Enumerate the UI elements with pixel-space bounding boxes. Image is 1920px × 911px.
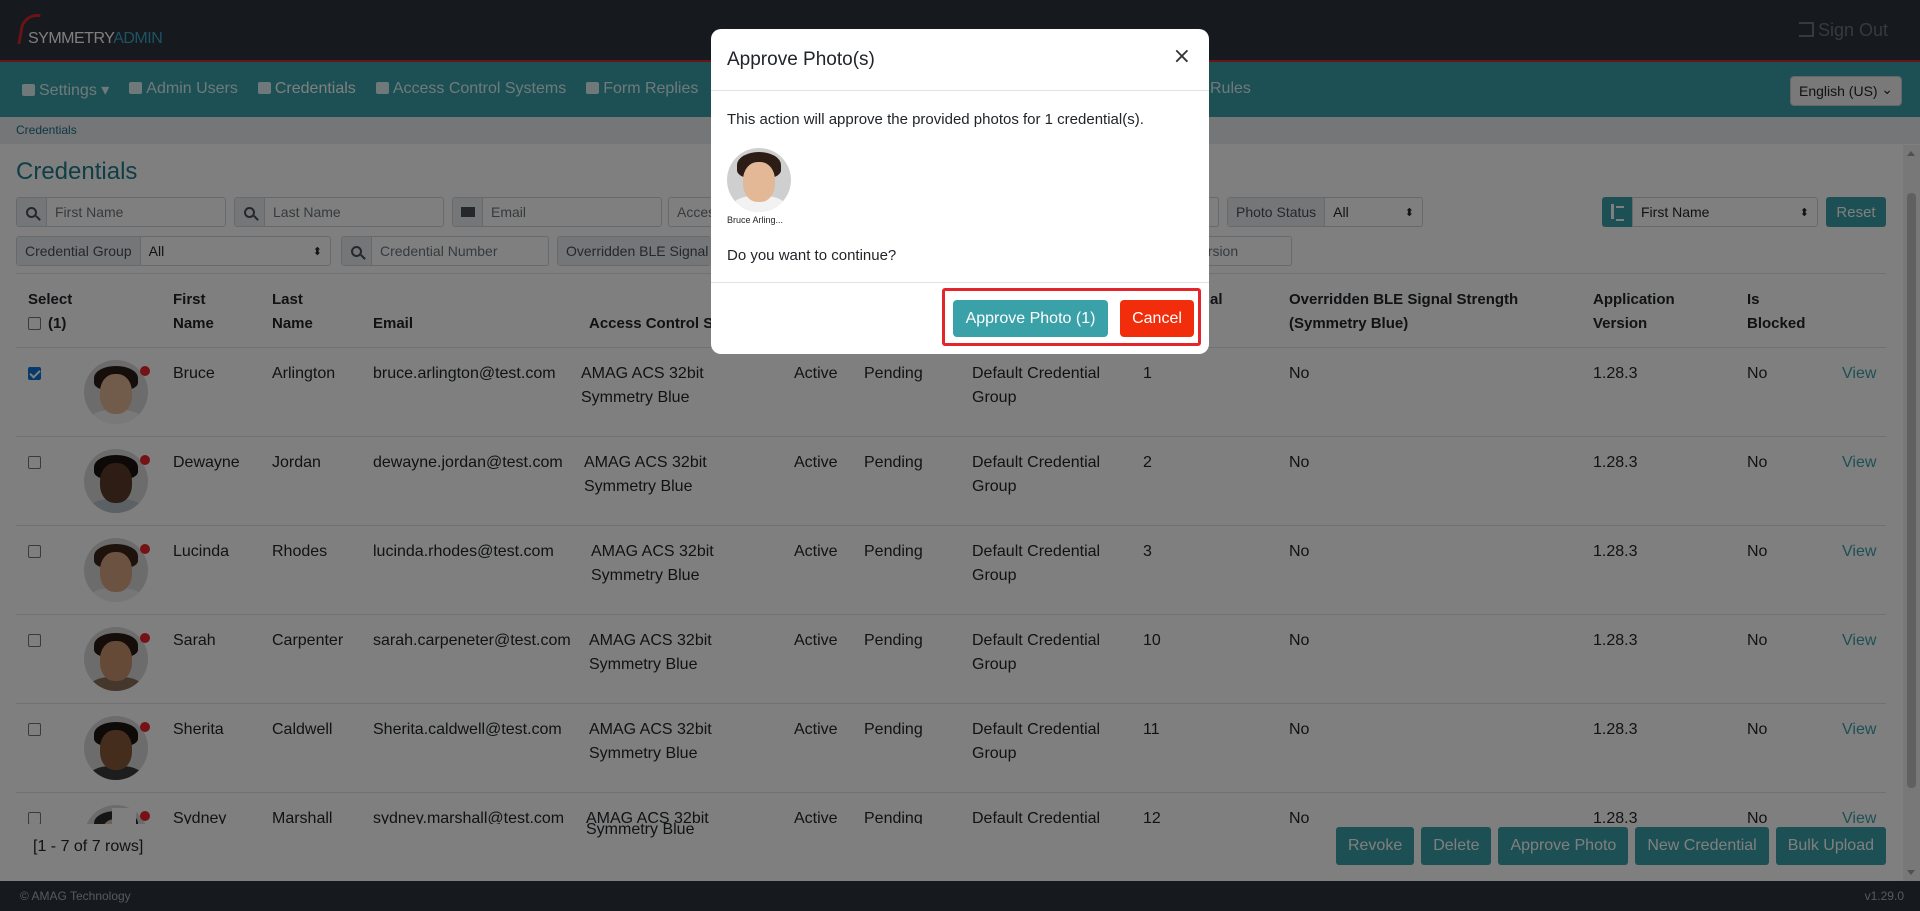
photo-thumbnail [727,148,791,212]
approve-photos-dialog: Approve Photo(s) × This action will appr… [711,29,1209,354]
dialog-footer-divider [711,282,1209,283]
cancel-button[interactable]: Cancel [1120,300,1194,337]
dialog-message: This action will approve the provided ph… [727,111,1144,128]
dialog-title: Approve Photo(s) [727,49,875,70]
close-icon[interactable]: × [1173,46,1191,68]
dialog-question: Do you want to continue? [727,247,897,264]
photo-thumbnail-name: Bruce Arling... [727,215,784,225]
thumb-face [743,162,775,202]
approve-photo-confirm-button[interactable]: Approve Photo (1) [953,300,1108,337]
dialog-header: Approve Photo(s) × [711,29,1209,91]
